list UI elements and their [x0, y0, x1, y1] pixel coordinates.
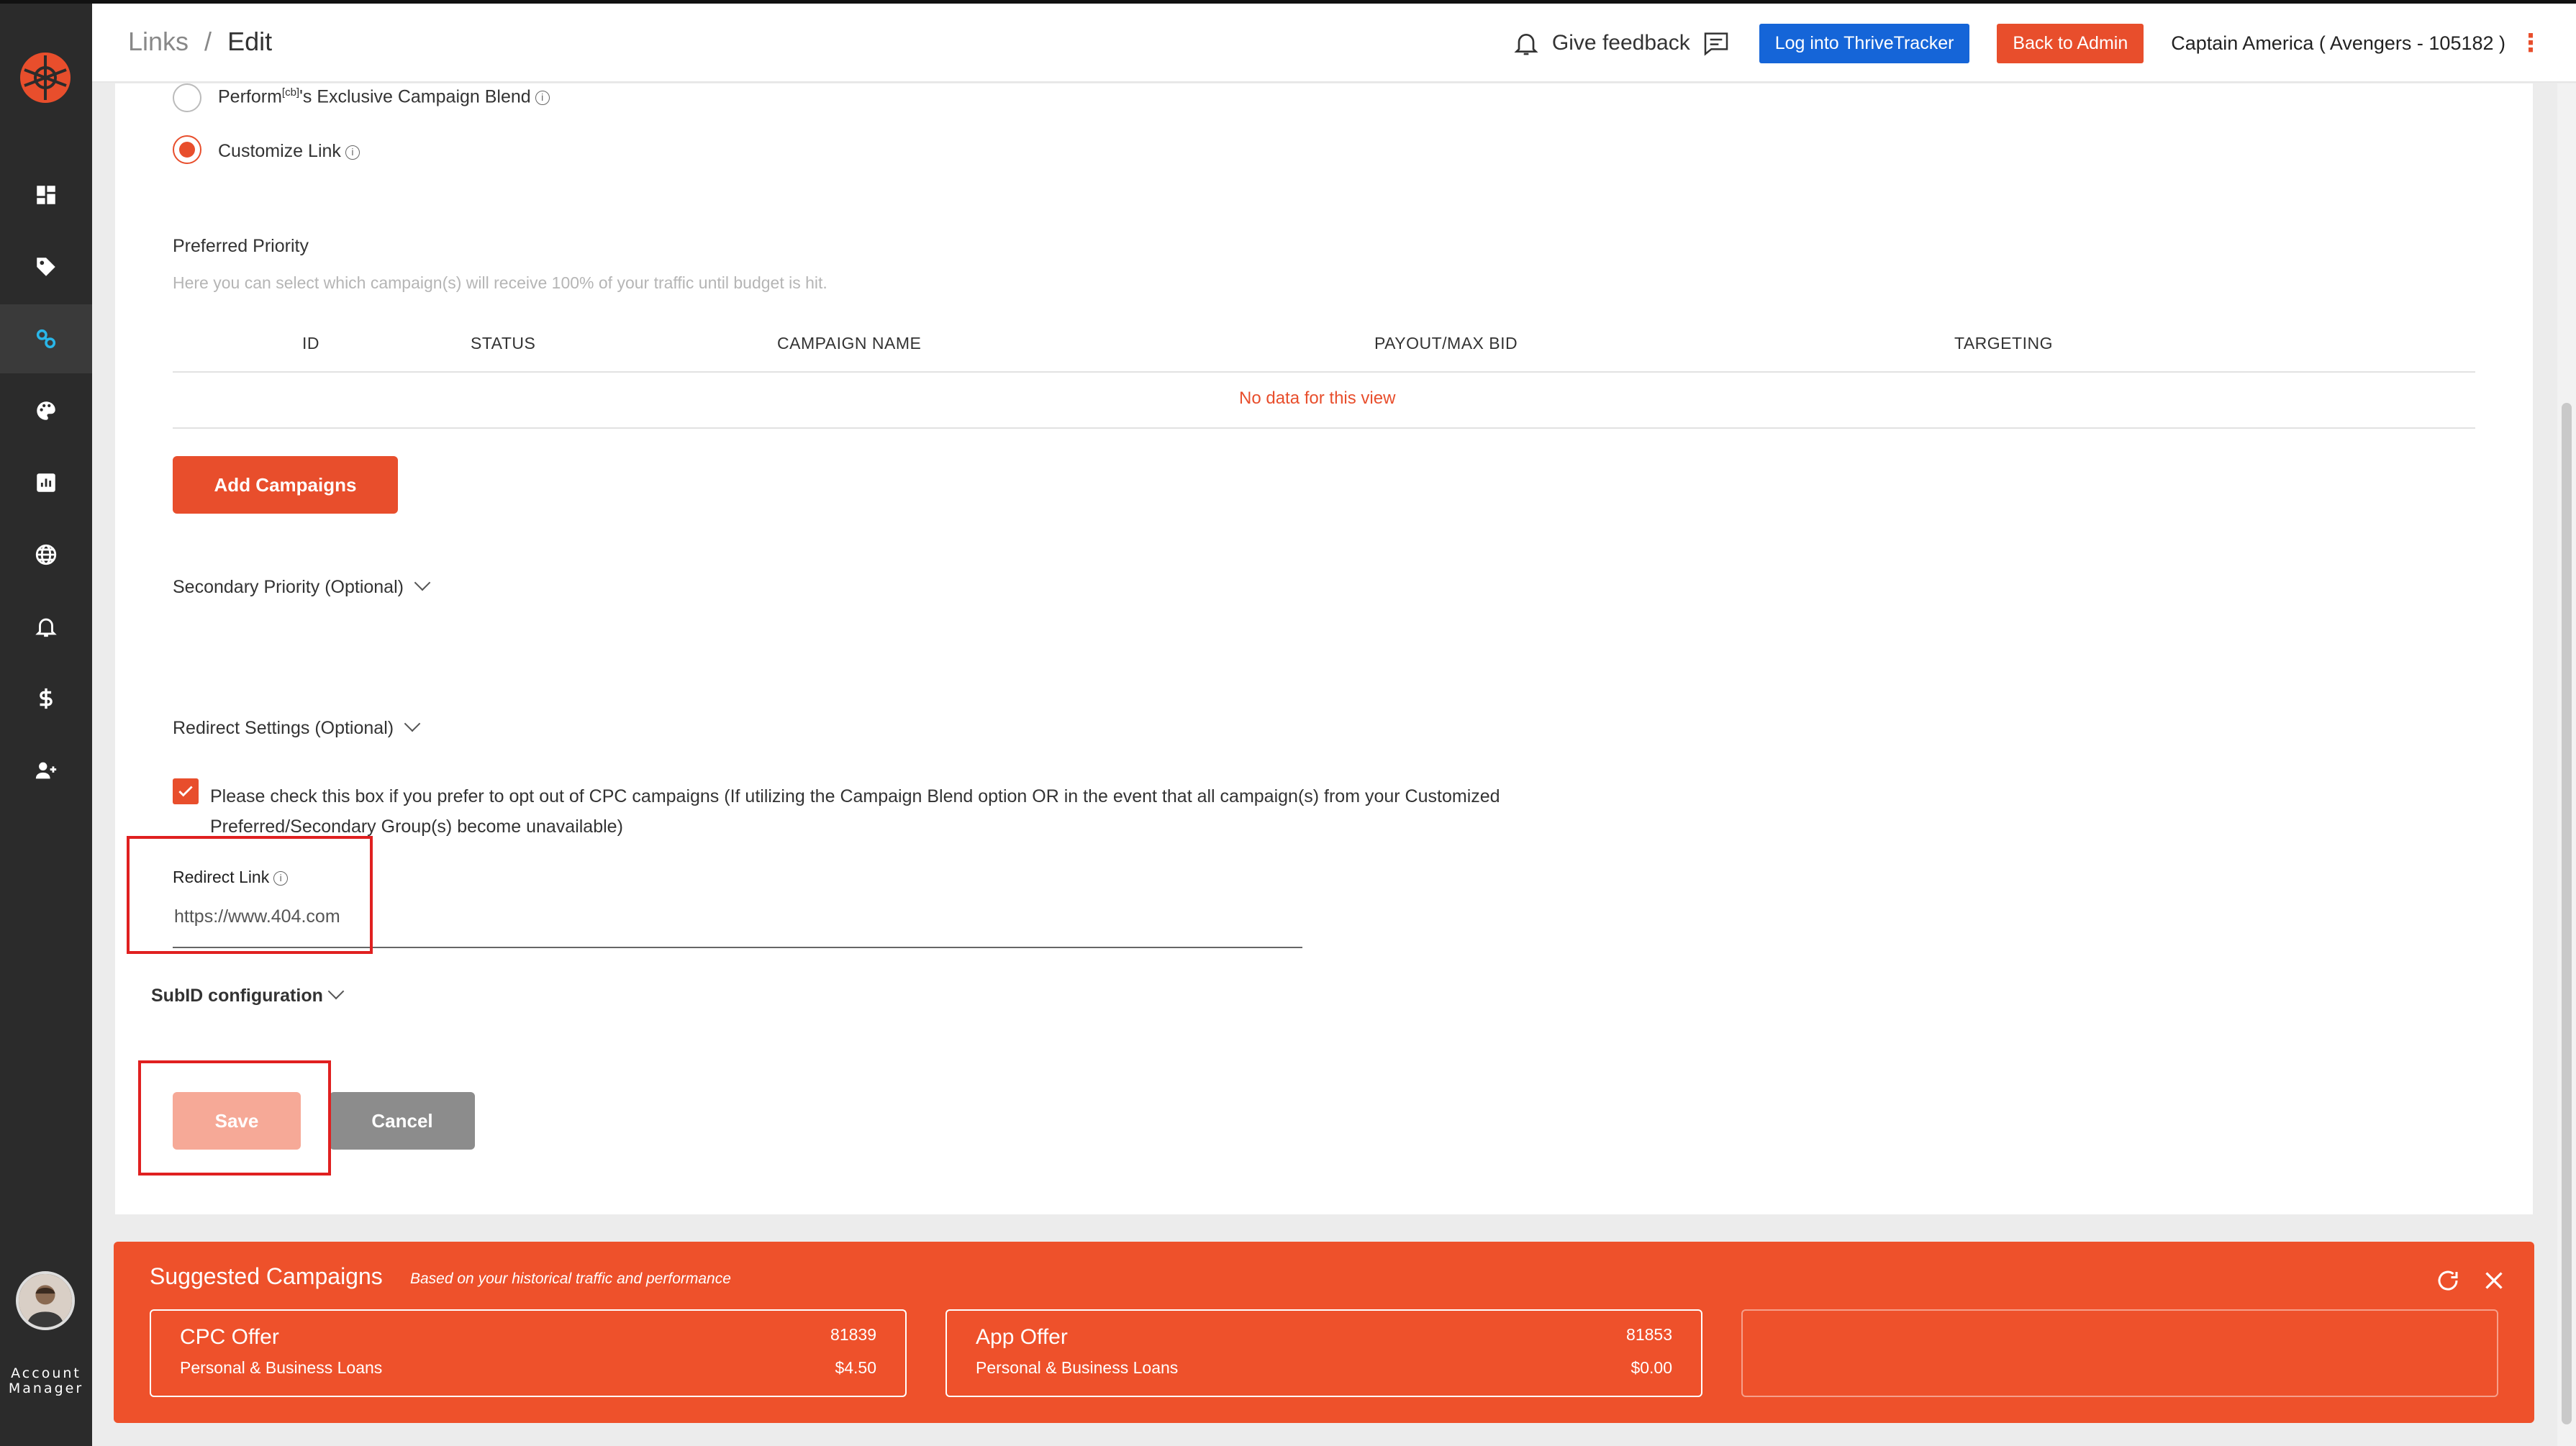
- sidebar-item-creatives[interactable]: [0, 376, 92, 445]
- campaign-blend-radio[interactable]: [173, 83, 201, 112]
- sidebar-item-notifications[interactable]: [0, 592, 92, 661]
- breadcrumb-separator: /: [204, 27, 212, 56]
- refresh-icon[interactable]: [2435, 1268, 2461, 1293]
- give-feedback-button[interactable]: Give feedback: [1512, 29, 1731, 58]
- tag-icon: [37, 258, 55, 276]
- campaign-name: App Offer: [976, 1325, 1068, 1349]
- sidebar-item-offers[interactable]: [0, 232, 92, 301]
- column-header-status[interactable]: STATUS: [471, 334, 535, 353]
- suggested-campaign-card[interactable]: App Offer 81853 Personal & Business Loan…: [945, 1309, 1702, 1397]
- subid-configuration-toggle[interactable]: SubID configuration: [151, 983, 345, 1006]
- person-avatar-icon: [19, 1274, 72, 1327]
- suggested-campaigns-subtitle: Based on your historical traffic and per…: [410, 1270, 731, 1287]
- suggested-campaign-card-empty: [1741, 1309, 2498, 1397]
- checkmark-icon: [178, 786, 193, 797]
- edit-link-form: Perform[cb]'s Exclusive Campaign Blend i …: [115, 83, 2533, 1214]
- highlight-box-redirect-link: [127, 836, 373, 954]
- chevron-down-icon: [404, 715, 421, 732]
- campaign-payout: $0.00: [1631, 1358, 1672, 1377]
- reports-icon: [37, 473, 55, 492]
- bell-icon: [1514, 34, 1538, 55]
- sidebar: Account Manager: [0, 4, 92, 1446]
- campaign-blend-label: Perform[cb]'s Exclusive Campaign Blend i: [218, 86, 550, 107]
- sidebar-item-reports[interactable]: [0, 448, 92, 517]
- column-header-payout[interactable]: PAYOUT/MAX BID: [1374, 334, 1518, 353]
- chevron-down-icon: [327, 983, 345, 1000]
- campaign-id: 81839: [830, 1325, 876, 1344]
- dashboard-icon: [37, 186, 55, 204]
- cancel-button[interactable]: Cancel: [330, 1092, 475, 1150]
- sidebar-item-dashboard[interactable]: [0, 160, 92, 229]
- more-options-icon[interactable]: ⋮: [2518, 29, 2543, 58]
- campaign-category: Personal & Business Loans: [976, 1358, 1179, 1377]
- link-icon: [36, 329, 56, 349]
- suggested-campaign-card[interactable]: CPC Offer 81839 Personal & Business Loan…: [150, 1309, 907, 1397]
- campaign-name: CPC Offer: [180, 1325, 279, 1349]
- scrollbar-thumb[interactable]: [2562, 403, 2572, 1424]
- customize-link-radio[interactable]: [173, 135, 201, 164]
- add-campaigns-button[interactable]: Add Campaigns: [173, 456, 398, 514]
- palette-icon: [37, 401, 55, 420]
- close-icon[interactable]: [2481, 1268, 2507, 1293]
- chevron-down-icon: [414, 574, 431, 591]
- campaign-payout: $4.50: [835, 1358, 876, 1377]
- feedback-icon: [1704, 32, 1728, 56]
- opt-out-cpc-label: Please check this box if you prefer to o…: [210, 786, 1500, 837]
- secondary-priority-toggle[interactable]: Secondary Priority (Optional): [173, 574, 431, 598]
- table-bottom-divider: [173, 427, 2475, 429]
- highlight-box-save: [138, 1060, 331, 1176]
- breadcrumb-links[interactable]: Links: [128, 27, 189, 57]
- info-icon[interactable]: i: [535, 91, 550, 106]
- sidebar-item-links[interactable]: [0, 304, 92, 373]
- column-header-id[interactable]: ID: [302, 334, 319, 353]
- campaign-id: 81853: [1626, 1325, 1672, 1344]
- table-divider: [173, 371, 2475, 373]
- dollar-icon: [40, 688, 53, 709]
- suggested-campaigns-panel: Suggested Campaigns Based on your histor…: [114, 1242, 2534, 1423]
- brand-logo[interactable]: [19, 51, 72, 104]
- user-account-label[interactable]: Captain America ( Avengers - 105182 ): [2171, 32, 2505, 55]
- preferred-priority-title: Preferred Priority: [173, 236, 309, 256]
- preferred-priority-help: Here you can select which campaign(s) wi…: [173, 273, 827, 292]
- redirect-settings-toggle[interactable]: Redirect Settings (Optional): [173, 715, 421, 739]
- sidebar-item-domains[interactable]: [0, 520, 92, 589]
- add-user-icon: [35, 762, 57, 779]
- account-manager-label: Account Manager: [8, 1365, 84, 1396]
- account-manager-avatar[interactable]: [16, 1271, 75, 1330]
- info-icon[interactable]: i: [345, 145, 360, 160]
- campaign-category: Personal & Business Loans: [180, 1358, 383, 1377]
- empty-table-message: No data for this view: [1239, 388, 1396, 408]
- opt-out-cpc-checkbox[interactable]: [173, 778, 199, 804]
- sidebar-item-referrals[interactable]: [0, 736, 92, 805]
- breadcrumb: Links / Edit: [128, 27, 272, 57]
- log-into-thrivetracker-button[interactable]: Log into ThriveTracker: [1759, 23, 1970, 63]
- give-feedback-label: Give feedback: [1551, 31, 1690, 55]
- back-to-admin-button[interactable]: Back to Admin: [1997, 23, 2144, 63]
- breadcrumb-current: Edit: [227, 27, 273, 56]
- bell-icon: [35, 618, 57, 637]
- column-header-campaign-name[interactable]: CAMPAIGN NAME: [777, 334, 921, 353]
- customize-link-label: Customize Link i: [218, 141, 360, 162]
- top-header: Links / Edit Give feedback Log into Thri…: [92, 4, 2576, 83]
- globe-icon: [35, 544, 57, 565]
- sidebar-item-payments[interactable]: [0, 664, 92, 733]
- suggested-campaigns-title: Suggested Campaigns: [150, 1263, 383, 1289]
- column-header-targeting[interactable]: TARGETING: [1954, 334, 2053, 353]
